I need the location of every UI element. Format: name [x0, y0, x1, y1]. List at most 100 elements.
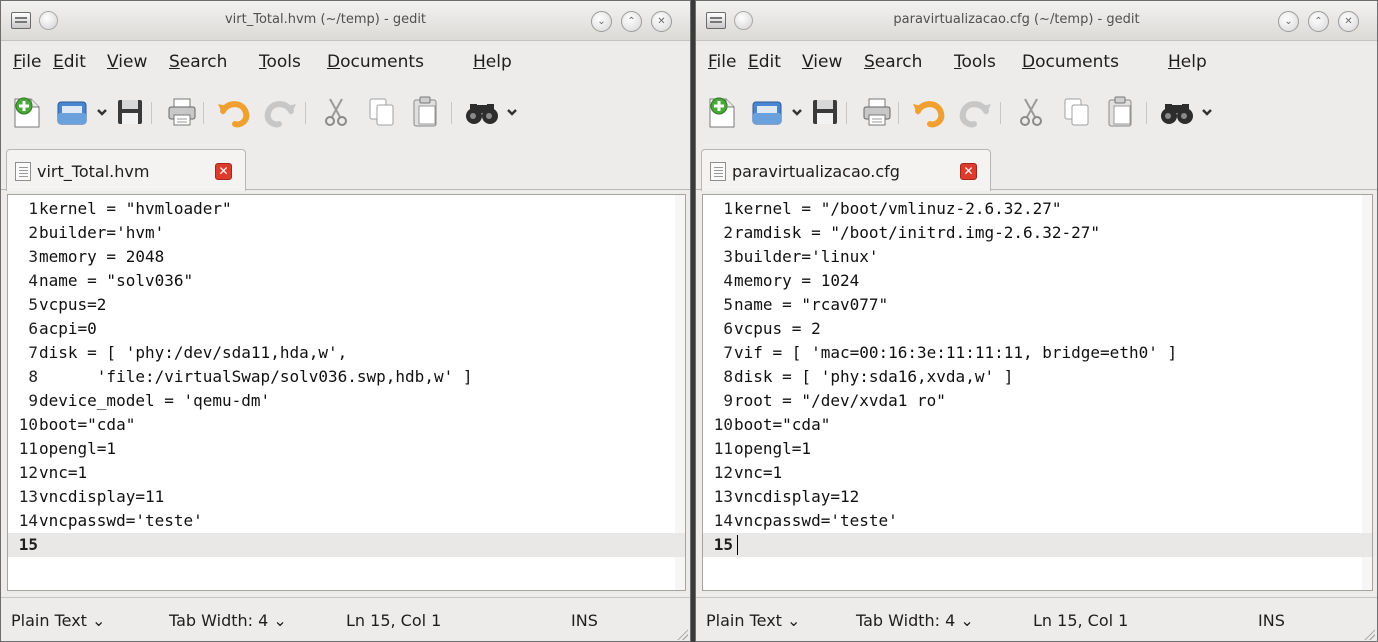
code-line[interactable]: 13vncdisplay=11: [8, 485, 685, 509]
print-icon[interactable]: [860, 95, 894, 129]
save-icon[interactable]: [115, 95, 145, 129]
resize-grip-icon[interactable]: [676, 628, 688, 640]
code-line[interactable]: 8 'file:/virtualSwap/solv036.swp,hdb,w' …: [8, 365, 685, 389]
text-document-icon: [710, 162, 726, 181]
document-tab[interactable]: paravirtualizacao.cfg ✕: [701, 149, 991, 191]
code-line[interactable]: 5vcpus=2: [8, 293, 685, 317]
code-line[interactable]: 1kernel = "/boot/vmlinuz-2.6.32.27": [703, 197, 1372, 221]
copy-icon[interactable]: [365, 95, 399, 129]
toolbar-separator: [846, 102, 847, 124]
maximize-button[interactable]: ⌃: [1308, 11, 1329, 32]
text-editor[interactable]: 1kernel = "/boot/vmlinuz-2.6.32.27" 2ramd…: [702, 194, 1373, 591]
code-line[interactable]: 3builder='linux': [703, 245, 1372, 269]
code-line[interactable]: 4memory = 1024: [703, 269, 1372, 293]
open-folder-icon[interactable]: [750, 95, 786, 129]
code-line[interactable]: 12vnc=1: [703, 461, 1372, 485]
cut-icon[interactable]: [319, 95, 353, 129]
code-line[interactable]: 10boot="cda": [703, 413, 1372, 437]
close-tab-icon[interactable]: ✕: [960, 163, 977, 180]
language-selector[interactable]: Plain Text ⌄: [11, 611, 105, 630]
menu-documents[interactable]: Documents: [327, 52, 424, 72]
close-window-button[interactable]: ✕: [651, 11, 672, 32]
code-line[interactable]: 6acpi=0: [8, 317, 685, 341]
line-text: 'file:/virtualSwap/solv036.swp,hdb,w' ]: [39, 367, 473, 386]
new-document-icon[interactable]: [11, 95, 43, 129]
code-line[interactable]: 7disk = [ 'phy:/dev/sda11,hda,w',: [8, 341, 685, 365]
toolbar-separator: [1000, 102, 1001, 124]
code-line[interactable]: 9device_model = 'qemu-dm': [8, 389, 685, 413]
current-line[interactable]: 15: [8, 533, 685, 557]
redo-icon[interactable]: [958, 95, 994, 129]
code-line[interactable]: 5name = "rcav077": [703, 293, 1372, 317]
line-text: vif = [ 'mac=00:16:3e:11:11:11, bridge=e…: [734, 343, 1178, 362]
chevron-down-icon[interactable]: [1200, 95, 1214, 129]
code-line[interactable]: 10boot="cda": [8, 413, 685, 437]
window-menu-icon[interactable]: [706, 12, 726, 29]
new-document-icon[interactable]: [706, 95, 738, 129]
code-line[interactable]: 14vncpasswd='teste': [8, 509, 685, 533]
save-icon[interactable]: [810, 95, 840, 129]
line-text: vcpus=2: [39, 295, 107, 314]
title-bar[interactable]: virt_Total.hvm (~/temp) - gedit ⌄ ⌃ ✕: [1, 1, 690, 41]
undo-icon[interactable]: [215, 95, 251, 129]
chevron-down-icon[interactable]: [790, 95, 804, 129]
copy-icon[interactable]: [1060, 95, 1094, 129]
open-folder-icon[interactable]: [55, 95, 91, 129]
binoculars-icon[interactable]: [463, 95, 501, 129]
title-bar[interactable]: paravirtualizacao.cfg (~/temp) - gedit ⌄…: [696, 1, 1377, 41]
binoculars-icon[interactable]: [1158, 95, 1196, 129]
menu-search[interactable]: Search: [169, 52, 227, 72]
menu-tools[interactable]: Tools: [954, 52, 996, 72]
code-line[interactable]: 3memory = 2048: [8, 245, 685, 269]
window-ghost-icon[interactable]: [39, 11, 58, 30]
menu-view[interactable]: View: [802, 52, 842, 72]
paste-icon[interactable]: [409, 95, 443, 129]
chevron-down-icon[interactable]: [505, 95, 519, 129]
window-menu-icon[interactable]: [11, 12, 31, 29]
line-text: builder='hvm': [39, 223, 165, 242]
resize-grip-icon[interactable]: [1363, 628, 1375, 640]
redo-icon[interactable]: [263, 95, 299, 129]
menu-tools[interactable]: Tools: [259, 52, 301, 72]
code-line[interactable]: 14vncpasswd='teste': [703, 509, 1372, 533]
code-line[interactable]: 2builder='hvm': [8, 221, 685, 245]
code-line[interactable]: 6vcpus = 2: [703, 317, 1372, 341]
undo-icon[interactable]: [910, 95, 946, 129]
menu-edit[interactable]: Edit: [748, 52, 781, 72]
code-line[interactable]: 13vncdisplay=12: [703, 485, 1372, 509]
menu-file[interactable]: File: [708, 52, 736, 72]
chevron-down-icon[interactable]: [95, 95, 109, 129]
close-tab-icon[interactable]: ✕: [215, 163, 232, 180]
menu-help[interactable]: Help: [1168, 52, 1207, 72]
document-tab[interactable]: virt_Total.hvm ✕: [6, 149, 246, 191]
menu-edit[interactable]: Edit: [53, 52, 86, 72]
code-line[interactable]: 11opengl=1: [703, 437, 1372, 461]
code-line[interactable]: 9root = "/dev/xvda1 ro": [703, 389, 1372, 413]
language-selector[interactable]: Plain Text ⌄: [706, 611, 800, 630]
menu-documents[interactable]: Documents: [1022, 52, 1119, 72]
tab-width-selector[interactable]: Tab Width: 4 ⌄: [856, 611, 974, 630]
paste-icon[interactable]: [1104, 95, 1138, 129]
code-line[interactable]: 2ramdisk = "/boot/initrd.img-2.6.32-27": [703, 221, 1372, 245]
minimize-button[interactable]: ⌄: [591, 11, 612, 32]
print-icon[interactable]: [165, 95, 199, 129]
maximize-button[interactable]: ⌃: [621, 11, 642, 32]
tab-width-selector[interactable]: Tab Width: 4 ⌄: [169, 611, 287, 630]
menu-file[interactable]: File: [13, 52, 41, 72]
minimize-button[interactable]: ⌄: [1278, 11, 1299, 32]
code-line[interactable]: 1kernel = "hvmloader": [8, 197, 685, 221]
close-window-button[interactable]: ✕: [1338, 11, 1359, 32]
code-line[interactable]: 12vnc=1: [8, 461, 685, 485]
current-line[interactable]: 15: [703, 533, 1372, 557]
code-line[interactable]: 8disk = [ 'phy:sda16,xvda,w' ]: [703, 365, 1372, 389]
code-line[interactable]: 7vif = [ 'mac=00:16:3e:11:11:11, bridge=…: [703, 341, 1372, 365]
code-line[interactable]: 11opengl=1: [8, 437, 685, 461]
code-line[interactable]: 4name = "solv036": [8, 269, 685, 293]
menu-search[interactable]: Search: [864, 52, 922, 72]
window-title: virt_Total.hvm (~/temp) - gedit: [224, 12, 427, 27]
window-ghost-icon[interactable]: [734, 11, 753, 30]
text-editor[interactable]: 1kernel = "hvmloader" 2builder='hvm' 3memo…: [7, 194, 686, 591]
menu-view[interactable]: View: [107, 52, 147, 72]
menu-help[interactable]: Help: [473, 52, 512, 72]
cut-icon[interactable]: [1014, 95, 1048, 129]
